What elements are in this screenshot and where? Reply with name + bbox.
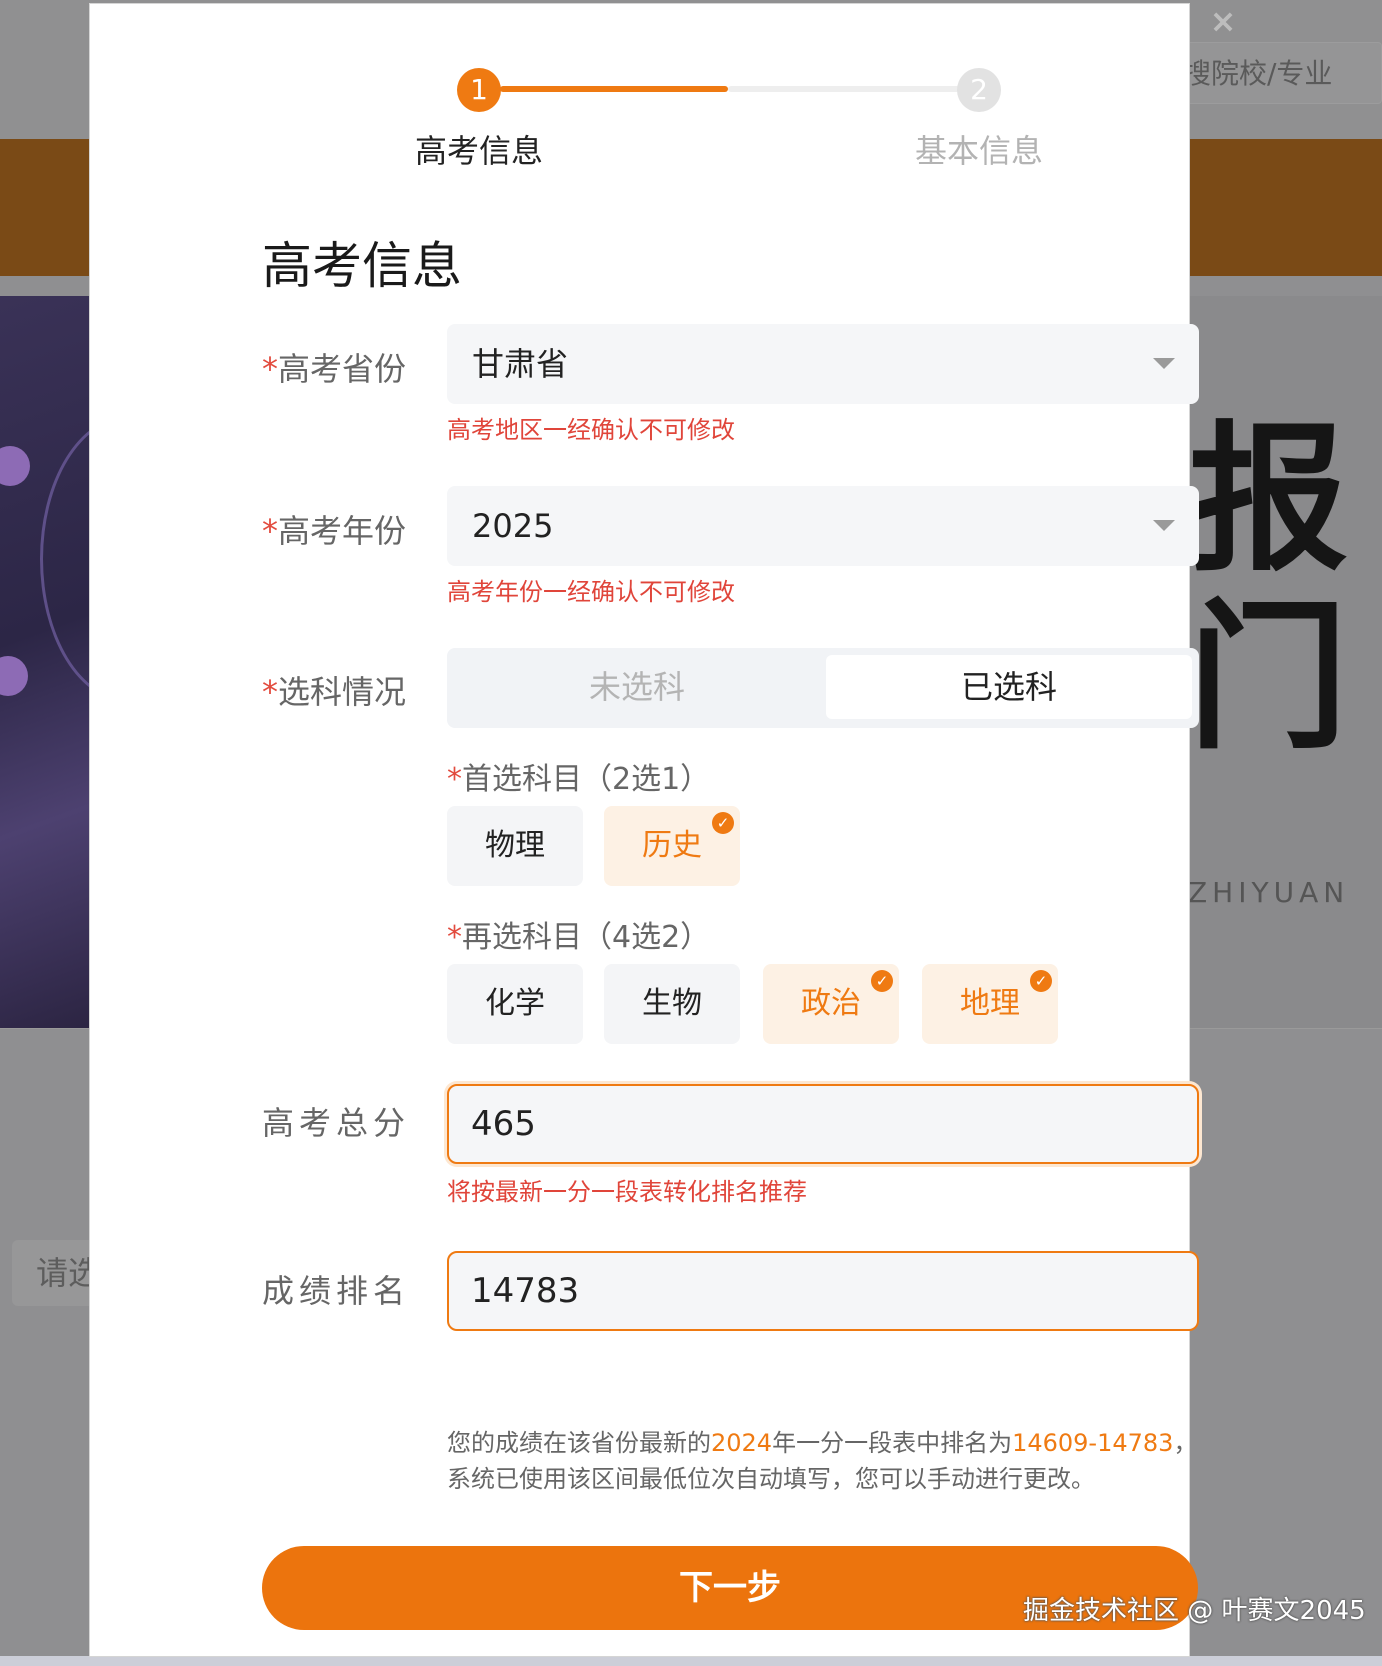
year-select[interactable]: 2025 xyxy=(447,486,1199,566)
subject-status-label: *选科情况 xyxy=(262,667,406,713)
province-hint: 高考地区一经确认不可修改 xyxy=(447,416,735,444)
rank-info-range: 14609-14783 xyxy=(1012,1429,1174,1457)
subject-status-toggle: 未选科 已选科 xyxy=(447,648,1199,728)
required-mark: * xyxy=(262,512,278,550)
rank-info-text: 您的成绩在该省份最新的2024年一分一段表中排名为14609-14783， 系统… xyxy=(447,1425,1207,1497)
check-icon: ✓ xyxy=(1030,970,1052,992)
check-icon: ✓ xyxy=(871,970,893,992)
rank-info-part: 您的成绩在该省份最新的 xyxy=(447,1429,711,1457)
rank-info-part: 年一分一段表中排名为 xyxy=(772,1429,1013,1457)
province-label-text: 高考省份 xyxy=(278,350,407,388)
total-score-label: 高考总分 xyxy=(262,1104,411,1142)
step-2-label: 基本信息 xyxy=(914,132,1043,170)
subject-chip-politics[interactable]: 政治 ✓ xyxy=(763,964,899,1044)
year-label-text: 高考年份 xyxy=(278,512,407,550)
subject-chip-geography[interactable]: 地理 ✓ xyxy=(922,964,1058,1044)
watermark: 掘金技术社区 @ 叶赛文2045 xyxy=(1023,1596,1366,1626)
province-value: 甘肃省 xyxy=(472,345,569,383)
total-score-input[interactable]: 465 xyxy=(447,1084,1199,1164)
step-2-indicator: 2 xyxy=(957,68,1001,112)
chevron-down-icon xyxy=(1153,520,1175,531)
step-1-indicator: 1 xyxy=(457,68,501,112)
toggle-option-unselected[interactable]: 未选科 xyxy=(454,655,820,719)
gaokao-info-modal: × 1 2 高考信息 基本信息 高考信息 *高考省份 甘肃省 高考地区一经确认不… xyxy=(90,4,1236,1656)
section-title: 高考信息 xyxy=(262,237,462,295)
second-subject-label: *再选科目（4选2） xyxy=(447,912,710,956)
background-footer-strip xyxy=(0,1656,1382,1666)
total-score-hint: 将按最新一分一段表转化排名推荐 xyxy=(447,1178,807,1206)
banner-subtitle: ZHIYUAN xyxy=(1188,876,1350,909)
year-hint: 高考年份一经确认不可修改 xyxy=(447,578,735,606)
subject-chip-physics[interactable]: 物理 xyxy=(447,806,583,886)
subject-chip-biology[interactable]: 生物 xyxy=(604,964,740,1044)
required-mark: * xyxy=(262,350,278,388)
chip-label: 物理 xyxy=(485,828,545,863)
rank-info-line2: 系统已使用该区间最低位次自动填写，您可以手动进行更改。 xyxy=(447,1465,1095,1493)
step-progress-done xyxy=(500,86,728,92)
banner-dot xyxy=(0,656,28,696)
chip-label: 生物 xyxy=(642,986,702,1021)
province-select[interactable]: 甘肃省 xyxy=(447,324,1199,404)
chip-label: 历史 xyxy=(642,828,702,863)
second-subject-label-text: 再选科目（4选2） xyxy=(462,920,711,955)
rank-input[interactable]: 14783 xyxy=(447,1251,1199,1331)
province-label: *高考省份 xyxy=(262,344,406,390)
chip-label: 地理 xyxy=(960,986,1020,1021)
toggle-option-selected[interactable]: 已选科 xyxy=(826,655,1192,719)
step-1-label: 高考信息 xyxy=(414,132,543,170)
chip-label: 化学 xyxy=(485,986,545,1021)
required-mark: * xyxy=(262,673,278,711)
subject-chip-chemistry[interactable]: 化学 xyxy=(447,964,583,1044)
rank-info-year: 2024 xyxy=(711,1429,773,1457)
subject-status-label-text: 选科情况 xyxy=(278,673,407,711)
year-label: *高考年份 xyxy=(262,506,406,552)
year-value: 2025 xyxy=(472,507,554,545)
rank-label: 成绩排名 xyxy=(262,1272,411,1310)
step-progress-todo xyxy=(728,86,960,92)
subject-chip-history[interactable]: 历史 ✓ xyxy=(604,806,740,886)
background-search-input: 搜院校/专业 xyxy=(1160,42,1382,104)
close-icon[interactable]: × xyxy=(1208,5,1238,37)
rank-info-part: ， xyxy=(1173,1429,1198,1457)
banner-heading-1: 报 xyxy=(1188,406,1349,593)
banner-heading-2: 门 xyxy=(1188,584,1349,771)
check-icon: ✓ xyxy=(712,812,734,834)
required-mark: * xyxy=(447,920,462,955)
required-mark: * xyxy=(447,762,462,797)
banner-dot xyxy=(0,446,30,486)
first-subject-label-text: 首选科目（2选1） xyxy=(462,762,711,797)
chip-label: 政治 xyxy=(801,986,861,1021)
chevron-down-icon xyxy=(1153,358,1175,369)
first-subject-label: *首选科目（2选1） xyxy=(447,754,710,798)
